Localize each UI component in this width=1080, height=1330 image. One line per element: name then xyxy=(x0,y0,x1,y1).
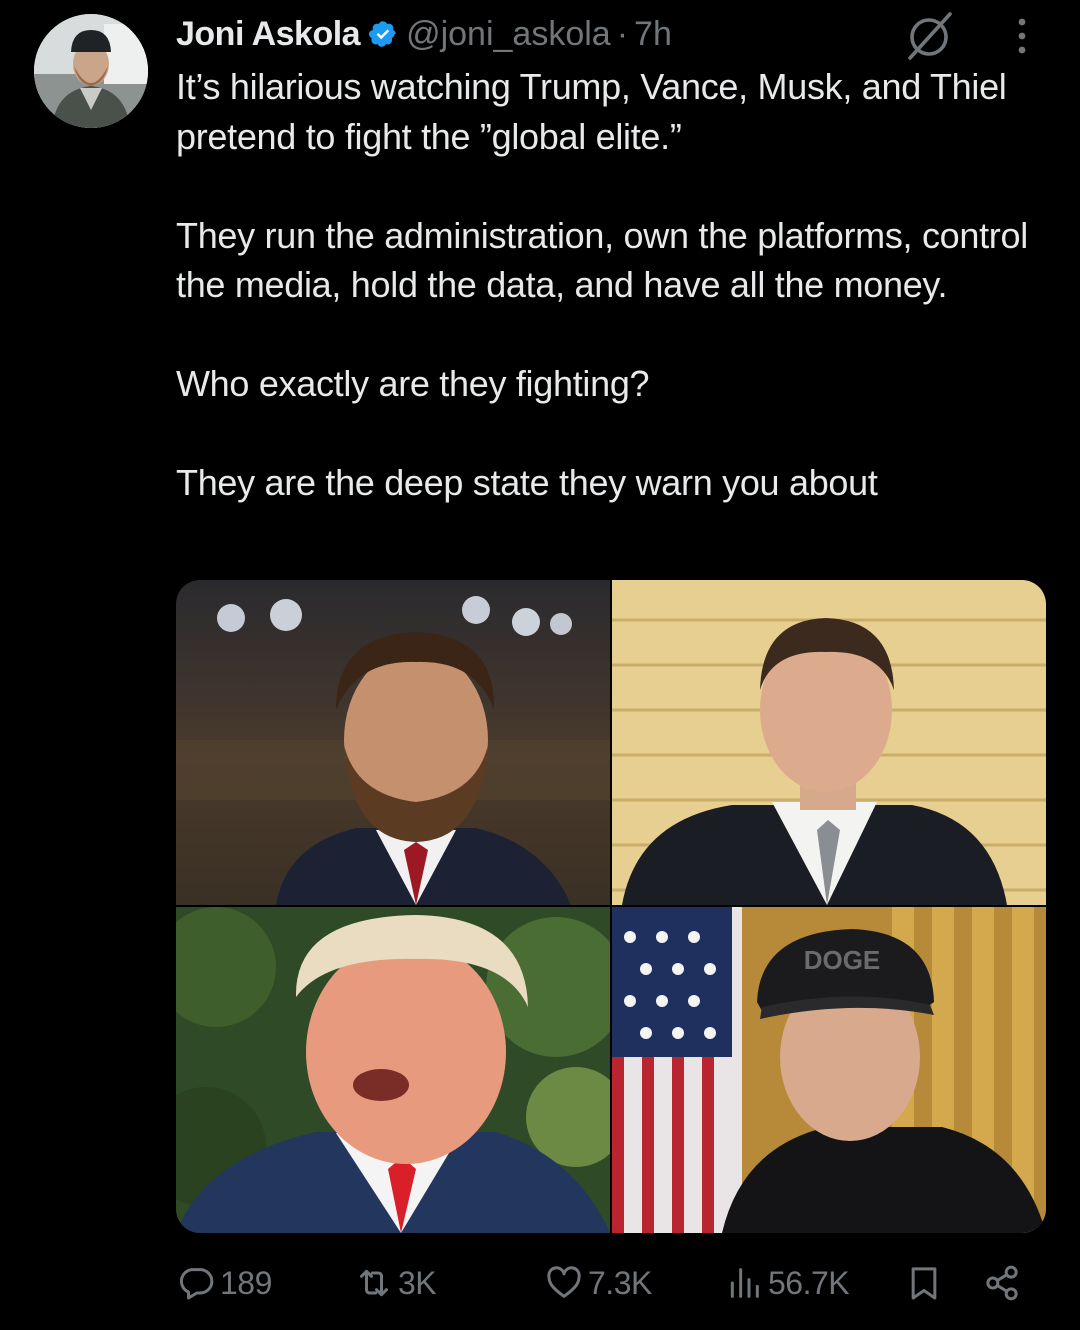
grok-icon[interactable] xyxy=(900,10,958,60)
separator-dot: · xyxy=(616,14,629,53)
share-icon xyxy=(986,1265,1018,1301)
doge-cap-text: DOGE xyxy=(804,945,881,975)
reply-icon xyxy=(179,1268,214,1300)
media-image-vance[interactable] xyxy=(176,580,610,905)
tweet-paragraph: They are the deep state they warn you ab… xyxy=(176,462,878,503)
verified-badge-icon[interactable] xyxy=(368,19,398,49)
media-image-trump[interactable] xyxy=(176,907,610,1233)
heart-icon xyxy=(547,1266,581,1298)
musk-photo: DOGE xyxy=(612,907,1046,1233)
like-button[interactable]: 7.3K xyxy=(544,1256,652,1310)
repost-button[interactable]: 3K xyxy=(354,1256,437,1310)
tweet-paragraph: Who exactly are they fighting? xyxy=(176,363,650,404)
more-options-icon[interactable] xyxy=(1012,14,1032,58)
trump-photo xyxy=(176,907,610,1233)
tweet-header: Joni Askola @joni_askola · 7h xyxy=(176,12,672,56)
like-count: 7.3K xyxy=(588,1264,652,1301)
avatar-photo xyxy=(34,14,148,128)
author-name[interactable]: Joni Askola xyxy=(176,15,361,54)
author-handle[interactable]: @joni_askola xyxy=(406,15,611,54)
action-bar: 189 3K 7.3K 56.7K xyxy=(176,1256,1056,1310)
views-count: 56.7K xyxy=(768,1264,850,1301)
share-button[interactable] xyxy=(982,1256,1026,1310)
bookmark-button[interactable] xyxy=(904,1256,948,1310)
timestamp[interactable]: 7h xyxy=(634,15,672,54)
media-image-thiel[interactable] xyxy=(612,580,1046,905)
views-button[interactable]: 56.7K xyxy=(724,1256,850,1310)
thiel-photo xyxy=(612,580,1046,905)
views-chart-icon xyxy=(730,1268,759,1298)
media-grid: DOGE xyxy=(176,580,1046,1233)
repost-count: 3K xyxy=(398,1264,437,1301)
tweet-text: It’s hilarious watching Trump, Vance, Mu… xyxy=(176,62,1056,508)
media-image-musk[interactable]: DOGE xyxy=(612,907,1046,1233)
reply-button[interactable]: 189 xyxy=(176,1256,272,1310)
tweet-paragraph: They run the administration, own the pla… xyxy=(176,214,1038,306)
bookmark-icon xyxy=(911,1267,937,1300)
reply-count: 189 xyxy=(220,1264,272,1301)
tweet-paragraph: It’s hilarious watching Trump, Vance, Mu… xyxy=(176,66,1017,157)
avatar[interactable] xyxy=(34,14,148,128)
vance-photo xyxy=(176,580,610,905)
repost-icon xyxy=(360,1269,388,1297)
